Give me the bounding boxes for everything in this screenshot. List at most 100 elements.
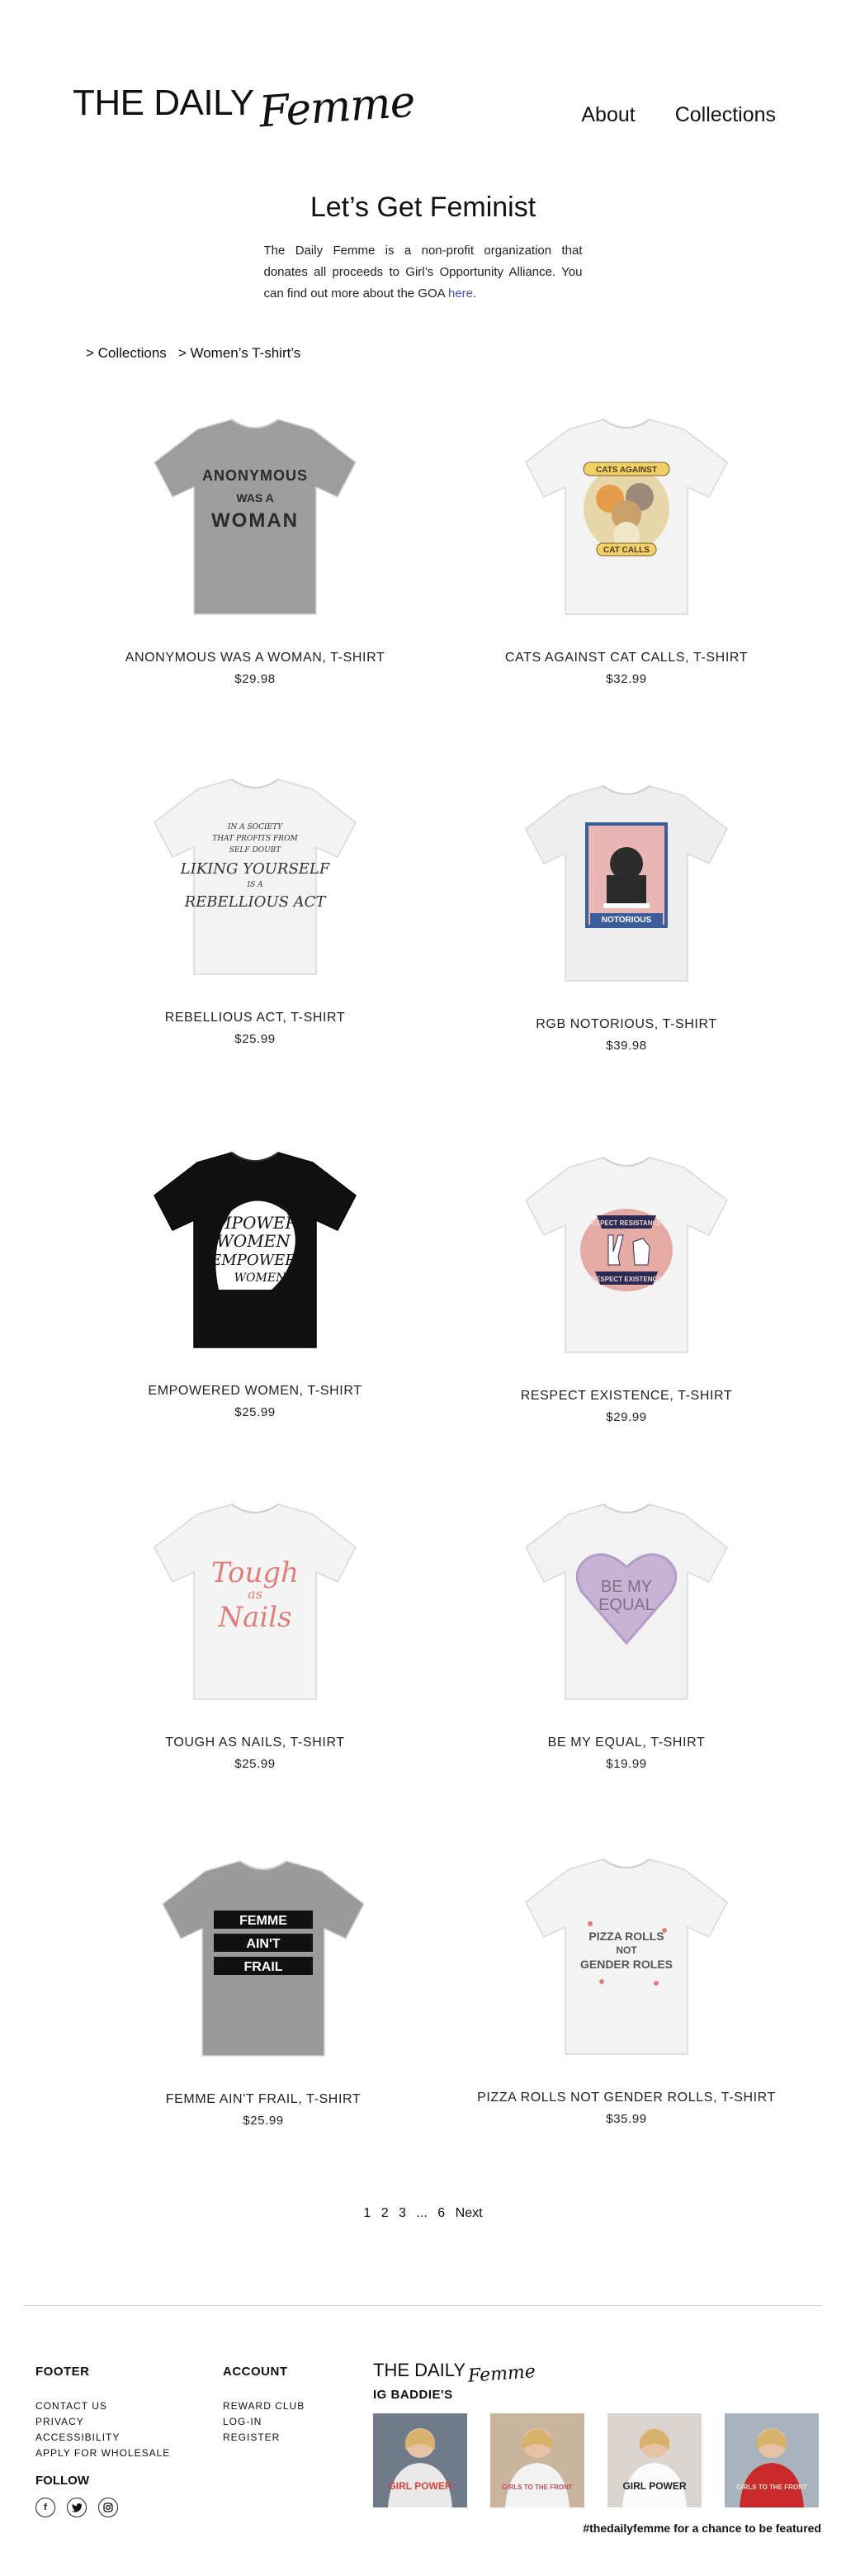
ig-photo[interactable]: GIRL POWER [607,2413,702,2507]
svg-text:CATS AGAINST: CATS AGAINST [596,466,657,475]
svg-text:LIKING YOURSELF: LIKING YOURSELF [180,860,331,878]
ig-photo-art: GIRLS TO THE FRONT [725,2413,819,2507]
product-price: $25.99 [234,1032,276,1046]
contact-us-link[interactable]: CONTACT US [35,2400,170,2412]
product-image[interactable]: EMPOWER WOMEN EMPOWER WOMEN [139,1144,371,1359]
product-image[interactable]: EXPECT RESISTANCE RESPECT EXISTENCE [511,1149,742,1364]
log-in-link[interactable]: LOG-IN [223,2416,305,2427]
ig-photo[interactable]: GIRLS TO THE FRONT [725,2413,819,2507]
svg-text:FRAIL: FRAIL [243,1960,282,1974]
next-page-link[interactable]: Next [456,2206,483,2220]
product-image[interactable]: ANONYMOUS WAS A WOMAN [139,411,371,626]
instagram-icon[interactable] [98,2498,118,2517]
ig-photo[interactable]: GIRLS TO THE FRONT [490,2413,584,2507]
product-title[interactable]: BE MY EQUAL, T-SHIRT [453,1735,800,1750]
shirt-print: FEMME AIN'T FRAIL [214,1911,313,1975]
svg-text:WOMAN: WOMAN [211,509,299,532]
product-title[interactable]: CATS AGAINST CAT CALLS, T-SHIRT [453,651,800,665]
ig-hashtag-caption: #thedailyfemme for a chance to be featur… [583,2522,821,2535]
breadcrumb-womens-tshirts[interactable]: > Women’s T-shirt’s [178,345,301,362]
tshirt-image: FEMME AIN'T FRAIL [162,1860,365,2057]
tshirt-image: Tough as Nails [154,1503,357,1700]
product-image[interactable]: PIZZA ROLLS NOT GENDER ROLES [511,1851,742,2066]
svg-text:IS A: IS A [246,881,263,889]
intro-period: . [473,286,477,301]
product-card[interactable]: FEMME AIN'T FRAIL FEMME AIN'T FRAIL, T-S… [90,1853,437,2128]
svg-text:WOMEN: WOMEN [216,1231,291,1251]
shirt-print: NOTORIOUS [585,822,668,928]
account-column: ACCOUNT REWARD CLUB LOG-IN REGISTER [223,2365,305,2447]
ig-photo[interactable]: GIRL POWER [373,2413,467,2507]
page-1[interactable]: 1 [363,2206,371,2220]
tshirt-image: EMPOWER WOMEN EMPOWER WOMEN [154,1152,357,1348]
footer-heading: FOOTER [35,2365,90,2379]
product-image[interactable]: IN A SOCIETY THAT PROFITS FROM SELF DOUB… [139,771,371,986]
product-card[interactable]: EXPECT RESISTANCE RESPECT EXISTENCE RESP… [453,1149,800,1424]
account-heading: ACCOUNT [223,2365,288,2379]
follow-section: FOLLOW f [35,2474,118,2517]
breadcrumb-collections[interactable]: > Collections [86,345,167,362]
footer-logo[interactable]: THE DAILY Femme [373,2360,835,2387]
page-title: Let’s Get Feminist [310,192,536,223]
product-title[interactable]: REBELLIOUS ACT, T-SHIRT [82,1011,428,1025]
facebook-icon[interactable]: f [35,2498,55,2517]
social-links: f [35,2498,118,2517]
site-header: THE DAILY Femme About Collections [0,0,846,165]
product-image[interactable]: CATS AGAINST CAT CALLS [511,411,742,626]
page-3[interactable]: 3 [399,2206,406,2220]
intro-body: The Daily Femme is a non-profit organiza… [263,244,583,301]
product-card[interactable]: CATS AGAINST CAT CALLS CATS AGAINST CAT … [453,411,800,686]
page-6[interactable]: 6 [437,2206,445,2220]
product-card[interactable]: EMPOWER WOMEN EMPOWER WOMEN EMPOWERED WO… [82,1144,428,1419]
shirt-print: EXPECT RESISTANCE RESPECT EXISTENCE [580,1209,673,1291]
footer-links-column: FOOTER CONTACT US PRIVACY ACCESSIBILITY … [35,2365,170,2463]
goa-link[interactable]: here [448,286,473,301]
svg-text:NOT: NOT [616,1944,637,1956]
product-image[interactable]: NOTORIOUS [511,778,742,992]
tshirt-image: CATS AGAINST CAT CALLS [525,419,728,615]
product-price: $25.99 [234,1757,276,1771]
product-card[interactable]: BE MY EQUAL BE MY EQUAL, T-SHIRT $19.99 [453,1496,800,1771]
svg-text:Nails: Nails [217,1601,291,1634]
product-card[interactable]: PIZZA ROLLS NOT GENDER ROLES PIZZA ROLLS… [453,1851,800,2126]
product-price: $25.99 [234,1405,276,1419]
product-title[interactable]: RGB NOTORIOUS, T-SHIRT [453,1017,800,1032]
product-card[interactable]: Tough as Nails TOUGH AS NAILS, T-SHIRT $… [82,1496,428,1771]
svg-text:WAS A: WAS A [236,491,273,504]
intro-section: Let’s Get Feminist The Daily Femme is a … [0,192,846,305]
product-image[interactable]: Tough as Nails [139,1496,371,1711]
page-2[interactable]: 2 [381,2206,389,2220]
product-title[interactable]: FEMME AIN'T FRAIL, T-SHIRT [90,2092,437,2107]
svg-text:PIZZA ROLLS: PIZZA ROLLS [588,1930,664,1943]
privacy-link[interactable]: PRIVACY [35,2416,170,2427]
apply-wholesale-link[interactable]: APPLY FOR WHOLESALE [35,2447,170,2459]
ig-photo-art: GIRL POWER [373,2413,467,2507]
footer-logo-wordmark: THE DAILY [373,2360,466,2380]
product-title[interactable]: EMPOWERED WOMEN, T-SHIRT [82,1384,428,1399]
register-link[interactable]: REGISTER [223,2432,305,2443]
svg-text:Tough: Tough [211,1556,299,1589]
product-image[interactable]: FEMME AIN'T FRAIL [148,1853,379,2067]
logo-script: Femme [257,77,416,138]
product-card[interactable]: ANONYMOUS WAS A WOMAN ANONYMOUS WAS A WO… [82,411,428,686]
product-card[interactable]: IN A SOCIETY THAT PROFITS FROM SELF DOUB… [82,771,428,1046]
product-title[interactable]: TOUGH AS NAILS, T-SHIRT [82,1735,428,1750]
footer-divider [23,2305,822,2306]
product-title[interactable]: PIZZA ROLLS NOT GENDER ROLLS, T-SHIRT [453,2091,800,2105]
intro-text: The Daily Femme is a non-profit organiza… [264,240,583,305]
footer-logo-script: Femme [467,2361,536,2387]
product-title[interactable]: ANONYMOUS WAS A WOMAN, T-SHIRT [82,651,428,665]
twitter-icon[interactable] [67,2498,87,2517]
pagination: 1 2 3 ... 6 Next [0,2206,846,2221]
product-card[interactable]: NOTORIOUS RGB NOTORIOUS, T-SHIRT $39.98 [453,778,800,1053]
product-title[interactable]: RESPECT EXISTENCE, T-SHIRT [453,1389,800,1404]
product-image[interactable]: BE MY EQUAL [511,1496,742,1711]
svg-text:as: as [248,1586,262,1602]
site-logo[interactable]: THE DAILY Femme [73,74,416,138]
reward-club-link[interactable]: REWARD CLUB [223,2400,305,2412]
svg-text:RESPECT EXISTENCE: RESPECT EXISTENCE [591,1276,662,1283]
accessibility-link[interactable]: ACCESSIBILITY [35,2432,170,2443]
nav-about[interactable]: About [581,103,635,127]
follow-heading: FOLLOW [35,2474,89,2488]
nav-collections[interactable]: Collections [675,103,776,127]
